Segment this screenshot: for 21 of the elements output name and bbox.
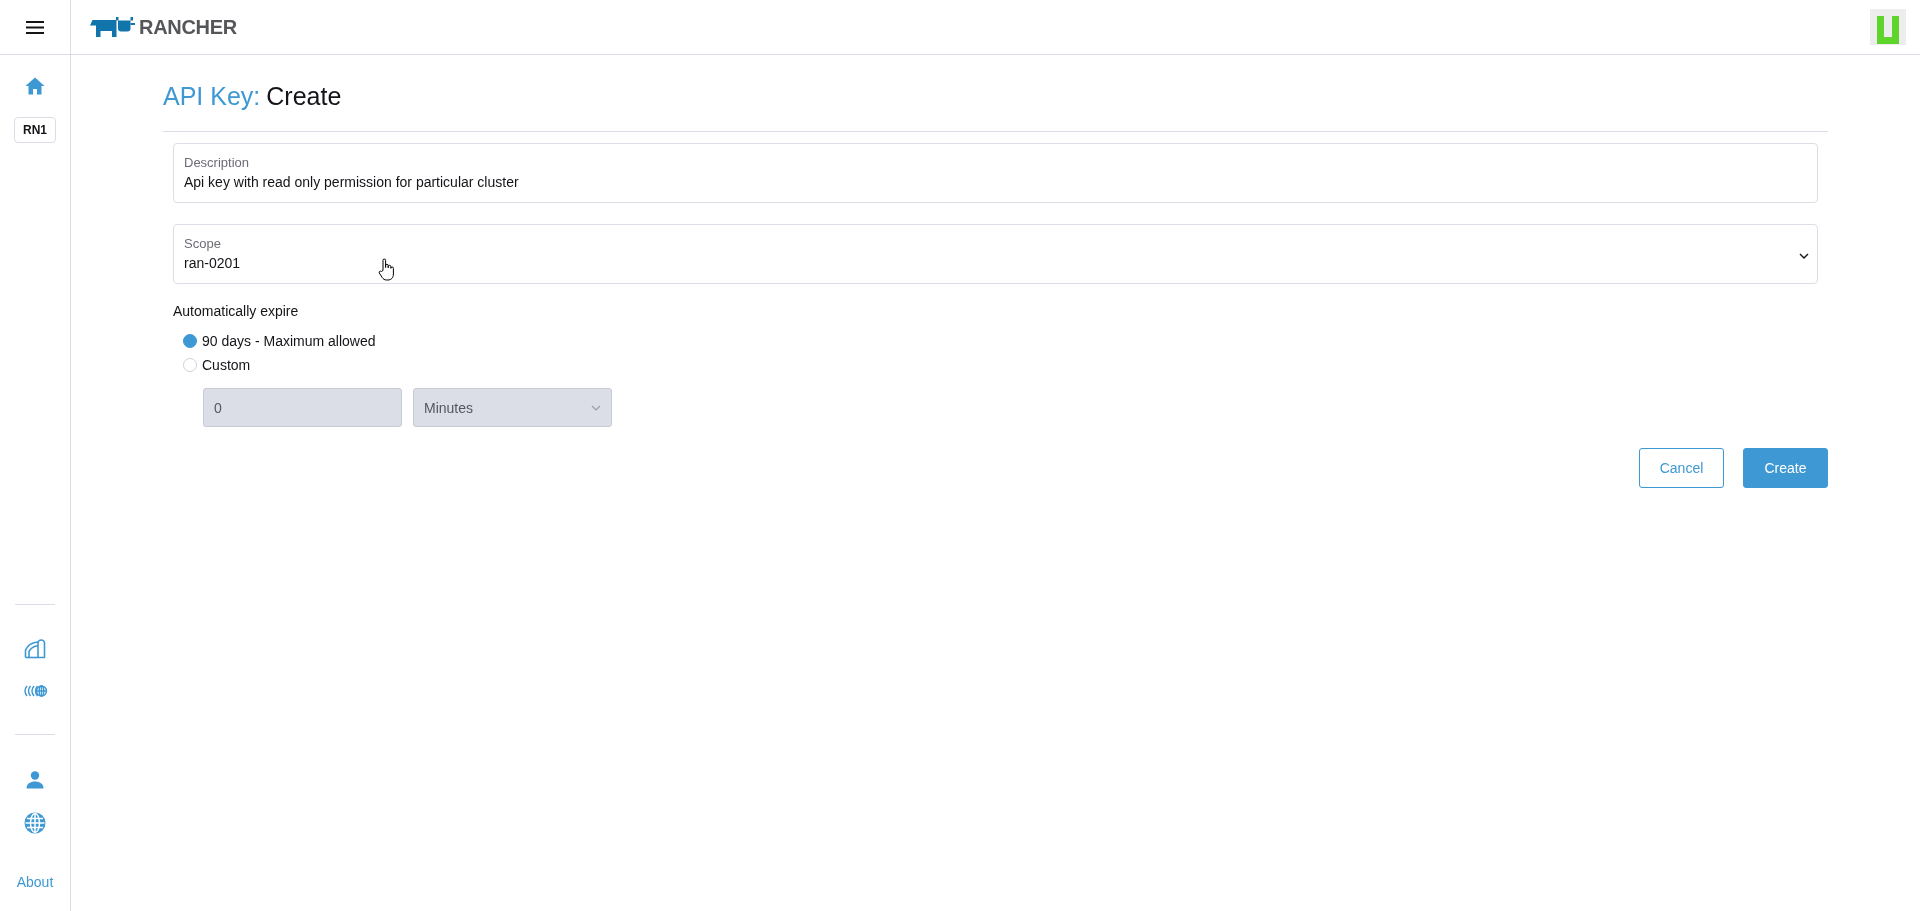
- menu-icon[interactable]: [26, 20, 44, 34]
- home-icon[interactable]: [25, 77, 45, 95]
- chevron-down-icon: [1799, 253, 1809, 259]
- scope-select[interactable]: Scope ran-0201: [173, 224, 1818, 284]
- avatar-icon[interactable]: [1870, 9, 1906, 45]
- arcs-globe-icon[interactable]: [22, 685, 48, 697]
- radio-button[interactable]: [183, 358, 197, 372]
- brand-name: RANCHER: [139, 16, 237, 38]
- description-field[interactable]: Description Api key with read only permission for particular cluster: [173, 143, 1818, 203]
- radio-label[interactable]: 90 days - Maximum allowed: [202, 332, 376, 350]
- globe-icon[interactable]: [24, 812, 46, 834]
- radio-label[interactable]: Custom: [202, 356, 251, 374]
- page-title: API Key: Create: [163, 81, 342, 111]
- building-icon[interactable]: [24, 639, 46, 659]
- chevron-down-icon: [591, 404, 601, 411]
- user-icon[interactable]: [26, 771, 44, 789]
- radio-button[interactable]: [183, 334, 197, 348]
- logo-icon[interactable]: [90, 17, 136, 37]
- cluster-badge[interactable]: RN1: [14, 117, 56, 143]
- section-label: Automatically expire: [173, 302, 300, 320]
- hand-cursor-icon: [378, 258, 395, 281]
